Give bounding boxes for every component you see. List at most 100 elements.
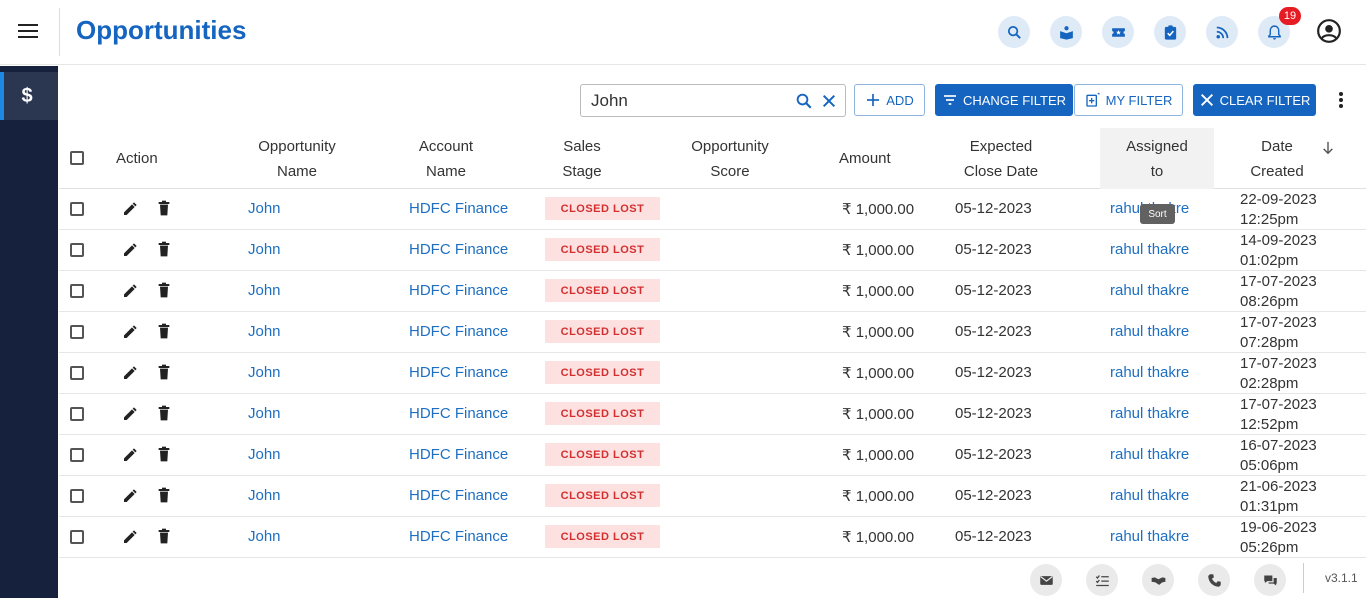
search-icon[interactable] (998, 16, 1030, 48)
account-name-link[interactable]: HDFC Finance (409, 200, 508, 217)
row-checkbox[interactable] (70, 325, 84, 339)
handshake-icon[interactable] (1142, 564, 1174, 596)
clear-search-icon[interactable] (821, 93, 837, 109)
edit-icon[interactable] (122, 488, 138, 504)
col-account-name[interactable]: Account Name (396, 134, 496, 184)
opportunity-name-link[interactable]: John (248, 282, 281, 299)
account-name-link[interactable]: HDFC Finance (409, 405, 508, 422)
delete-icon[interactable] (157, 405, 171, 421)
sales-stage-badge: CLOSED LOST (545, 197, 660, 220)
edit-icon[interactable] (122, 201, 138, 217)
email-icon[interactable] (1030, 564, 1062, 596)
dollar-icon: $ (21, 84, 33, 107)
account-name-link[interactable]: HDFC Finance (409, 241, 508, 258)
assigned-to-link[interactable]: rahul thakre (1110, 241, 1189, 258)
date-created: 16-07-2023 05:06pm (1240, 436, 1317, 476)
row-checkbox[interactable] (70, 284, 84, 298)
clipboard-check-icon[interactable] (1154, 16, 1186, 48)
date-created-date: 14-09-2023 (1240, 232, 1317, 249)
assigned-to-link[interactable]: rahul thakre (1110, 282, 1189, 299)
search-input[interactable] (591, 90, 781, 112)
more-options-icon[interactable] (1334, 92, 1348, 110)
opportunity-name-link[interactable]: John (248, 200, 281, 217)
clear-filter-button[interactable]: CLEAR FILTER (1193, 84, 1316, 116)
account-name-link[interactable]: HDFC Finance (409, 487, 508, 504)
col-sales-stage[interactable]: Sales Stage (542, 134, 622, 184)
change-filter-button[interactable]: CHANGE FILTER (935, 84, 1073, 116)
select-all-checkbox[interactable] (70, 151, 84, 165)
assigned-to-link[interactable]: rahul thakre (1110, 323, 1189, 340)
sidebar-item-opportunities[interactable]: $ (0, 72, 58, 120)
account-name-link[interactable]: HDFC Finance (409, 323, 508, 340)
delete-icon[interactable] (157, 446, 171, 462)
assigned-to-link[interactable]: rahul thakre (1110, 487, 1189, 504)
opportunity-name-link[interactable]: John (248, 528, 281, 545)
row-checkbox[interactable] (70, 366, 84, 380)
account-name-link[interactable]: HDFC Finance (409, 528, 508, 545)
edit-icon[interactable] (122, 324, 138, 340)
expected-close-date: 05-12-2023 (955, 446, 1032, 463)
delete-icon[interactable] (157, 487, 171, 503)
ticket-icon[interactable] (1102, 16, 1134, 48)
delete-icon[interactable] (157, 528, 171, 544)
edit-icon[interactable] (122, 406, 138, 422)
phone-icon[interactable] (1198, 564, 1230, 596)
assigned-to-link[interactable]: rahul thakre (1110, 446, 1189, 463)
delete-icon[interactable] (157, 282, 171, 298)
opportunity-name-link[interactable]: John (248, 487, 281, 504)
my-filter-button[interactable]: MY FILTER (1074, 84, 1183, 116)
row-checkbox[interactable] (70, 243, 84, 257)
row-checkbox[interactable] (70, 489, 84, 503)
opportunity-name-link[interactable]: John (248, 446, 281, 463)
account-name-link[interactable]: HDFC Finance (409, 446, 508, 463)
table-row: John HDFC Finance CLOSED LOST ₹ 1,000.00 05-… (59, 435, 1366, 476)
col-opportunity-name[interactable]: Opportunity Name (237, 134, 357, 184)
sort-arrow-icon[interactable] (1321, 140, 1335, 156)
assigned-to-link[interactable]: rahul thakre (1110, 405, 1189, 422)
col-expected-close-date[interactable]: Expected Close Date (941, 134, 1061, 184)
notification-badge: 19 (1279, 7, 1301, 25)
add-button[interactable]: ADD (854, 84, 925, 116)
assigned-to-link[interactable]: rahul thakre (1110, 364, 1189, 381)
row-checkbox[interactable] (70, 448, 84, 462)
sidebar: $ (0, 66, 58, 598)
edit-icon[interactable] (122, 365, 138, 381)
col-opportunity-score[interactable]: Opportunity Score (670, 134, 790, 184)
account-name-link[interactable]: HDFC Finance (409, 364, 508, 381)
table-header: Action Opportunity Name Account Name Sales… (59, 126, 1366, 189)
date-created-time: 12:25pm (1240, 211, 1299, 228)
delete-icon[interactable] (157, 323, 171, 339)
row-checkbox[interactable] (70, 530, 84, 544)
date-created-date: 17-07-2023 (1240, 273, 1317, 290)
expected-close-date: 05-12-2023 (955, 405, 1032, 422)
amount-value: ₹ 1,000.00 (842, 283, 915, 300)
row-checkbox[interactable] (70, 202, 84, 216)
col-assigned-to[interactable]: Assigned to (1100, 128, 1214, 189)
edit-icon[interactable] (122, 529, 138, 545)
book-reader-icon[interactable] (1050, 16, 1082, 48)
account-circle-icon[interactable] (1316, 18, 1342, 44)
edit-icon[interactable] (122, 447, 138, 463)
opportunity-name-link[interactable]: John (248, 241, 281, 258)
rss-icon[interactable] (1206, 16, 1238, 48)
edit-icon[interactable] (122, 283, 138, 299)
task-list-icon[interactable] (1086, 564, 1118, 596)
opportunity-name-link[interactable]: John (248, 323, 281, 340)
col-date-created[interactable]: Date Created (1232, 134, 1322, 184)
edit-icon[interactable] (122, 242, 138, 258)
menu-icon[interactable] (18, 24, 38, 40)
chat-icon[interactable] (1254, 564, 1286, 596)
col-amount[interactable]: Amount (839, 146, 891, 171)
delete-icon[interactable] (157, 241, 171, 257)
assigned-to-link[interactable]: rahul thakre (1110, 528, 1189, 545)
delete-icon[interactable] (157, 200, 171, 216)
account-name-link[interactable]: HDFC Finance (409, 282, 508, 299)
opportunity-name-link[interactable]: John (248, 405, 281, 422)
date-created: 17-07-2023 12:52pm (1240, 395, 1317, 435)
row-checkbox[interactable] (70, 407, 84, 421)
change-filter-label: CHANGE FILTER (962, 92, 1067, 108)
date-created-time: 08:26pm (1240, 293, 1299, 310)
delete-icon[interactable] (157, 364, 171, 380)
search-icon[interactable] (795, 92, 813, 110)
opportunity-name-link[interactable]: John (248, 364, 281, 381)
